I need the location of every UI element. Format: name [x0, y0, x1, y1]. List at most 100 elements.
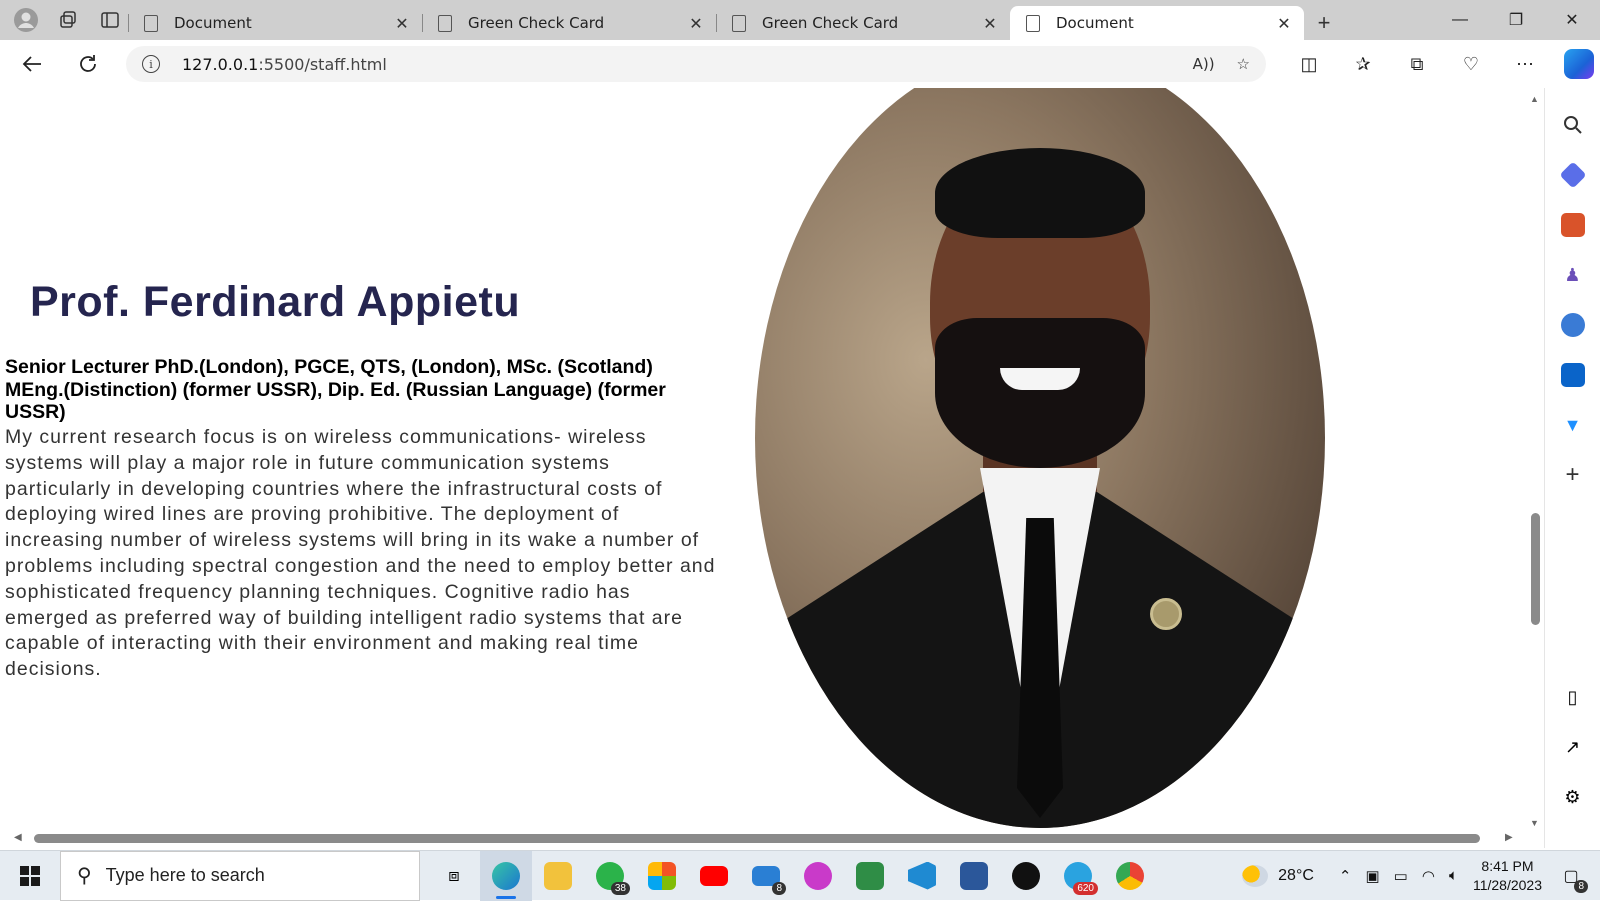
close-icon[interactable]: ✕: [980, 14, 1000, 33]
windows-taskbar: ⚲ Type here to search ⧈ 38 8 620 28°C ⌃ …: [0, 850, 1600, 901]
more-icon[interactable]: ⋯: [1498, 54, 1552, 75]
outlook-icon[interactable]: [1560, 363, 1585, 387]
restore-icon[interactable]: ❐: [1488, 0, 1544, 40]
add-icon[interactable]: +: [1561, 461, 1585, 488]
open-external-icon[interactable]: ↗: [1561, 735, 1585, 759]
mail-app[interactable]: 8: [740, 851, 792, 901]
wps-app[interactable]: [792, 851, 844, 901]
address-bar-row: i 127.0.0.1:5500/staff.html A)) ☆ ◫ ✰ ⧉ …: [0, 40, 1600, 88]
meet-icon[interactable]: ▣: [1365, 867, 1379, 885]
word-icon: [960, 861, 988, 890]
workspaces-icon[interactable]: [50, 4, 86, 36]
staff-bio: My current research focus is on wireless…: [5, 426, 716, 681]
profile-icon[interactable]: [8, 4, 44, 36]
file-explorer-app[interactable]: [532, 851, 584, 901]
minimize-icon[interactable]: —: [1432, 0, 1488, 40]
chevron-up-icon[interactable]: ⌃: [1339, 867, 1352, 885]
office-icon[interactable]: [1560, 313, 1585, 337]
wifi-icon[interactable]: ◠: [1422, 867, 1435, 885]
url-field[interactable]: i 127.0.0.1:5500/staff.html A)) ☆: [126, 46, 1266, 82]
favorites-icon[interactable]: ✰: [1336, 54, 1390, 75]
url-text: 127.0.0.1:5500/staff.html: [182, 54, 387, 74]
weather-icon: [1242, 864, 1269, 887]
geeksforgeeks-app[interactable]: [844, 851, 896, 901]
store-icon: [648, 861, 676, 890]
word-app[interactable]: [948, 851, 1000, 901]
system-tray: 28°C ⌃ ▣ ▭ ◠ 🔈︎ 8:41 PM 11/28/2023 ▢ 8: [1242, 851, 1600, 901]
vertical-scroll-thumb[interactable]: [1531, 513, 1540, 625]
new-tab-button[interactable]: +: [1304, 6, 1344, 40]
staff-name: Prof. Ferdinard Appietu: [30, 278, 521, 326]
vscode-app[interactable]: [896, 851, 948, 901]
window-close-icon[interactable]: ✕: [1544, 0, 1600, 40]
whatsapp-app[interactable]: 38: [584, 851, 636, 901]
close-icon[interactable]: ✕: [392, 14, 412, 33]
scroll-down-icon[interactable]: ▼: [1530, 818, 1539, 828]
tools-icon[interactable]: [1560, 213, 1585, 237]
github-icon: [1012, 861, 1040, 890]
info-icon[interactable]: i: [142, 55, 160, 73]
chrome-app[interactable]: [1104, 851, 1156, 901]
windows-icon: [20, 865, 40, 886]
start-button[interactable]: [0, 851, 60, 901]
copilot-icon[interactable]: [1564, 49, 1594, 79]
tab-actions-icon[interactable]: [92, 4, 128, 36]
vscode-icon: [908, 861, 936, 890]
folder-icon: [544, 861, 572, 890]
shopping-icon[interactable]: [1558, 161, 1587, 189]
refresh-icon[interactable]: [64, 44, 112, 84]
staff-photo: [755, 88, 1325, 828]
page-icon: [732, 14, 746, 32]
settings-icon[interactable]: ⚙: [1561, 785, 1585, 809]
battery-icon[interactable]: ▭: [1394, 867, 1408, 885]
search-icon[interactable]: [1561, 113, 1585, 137]
staff-credentials: Senior Lecturer PhD.(London), PGCE, QTS,…: [5, 356, 666, 423]
tab-2[interactable]: Green Check Card ✕: [422, 6, 716, 40]
horizontal-scrollbar[interactable]: ◀ ▶: [0, 828, 1527, 848]
drop-icon[interactable]: ▼: [1561, 413, 1585, 437]
page-icon: [438, 14, 452, 32]
tab-3[interactable]: Green Check Card ✕: [716, 6, 1010, 40]
sidebar-toggle-icon[interactable]: ▯: [1561, 685, 1585, 709]
notifications-icon[interactable]: ▢ 8: [1556, 861, 1588, 893]
performance-icon[interactable]: ♡: [1444, 54, 1498, 75]
page-icon: [1026, 14, 1040, 32]
back-icon[interactable]: [8, 44, 56, 84]
games-icon[interactable]: ♟: [1561, 263, 1585, 287]
volume-icon[interactable]: 🔈︎: [1449, 867, 1458, 884]
favorite-icon[interactable]: ☆: [1237, 55, 1250, 73]
scroll-left-icon[interactable]: ◀: [14, 832, 22, 843]
horizontal-scroll-thumb[interactable]: [34, 834, 1480, 843]
clock[interactable]: 8:41 PM 11/28/2023: [1473, 857, 1542, 895]
youtube-app[interactable]: [688, 851, 740, 901]
search-icon: ⚲: [77, 865, 92, 887]
close-icon[interactable]: ✕: [1274, 14, 1294, 33]
lapel-pin: [1150, 598, 1182, 630]
chrome-icon: [1116, 861, 1144, 890]
collections-icon[interactable]: ⧉: [1390, 54, 1444, 75]
page-content: Prof. Ferdinard Appietu Senior Lecturer …: [0, 88, 1544, 848]
edge-app[interactable]: [480, 850, 532, 901]
window-controls: — ❐ ✕: [1432, 0, 1600, 40]
task-view-icon[interactable]: ⧈: [428, 851, 480, 901]
close-icon[interactable]: ✕: [686, 14, 706, 33]
github-app[interactable]: [1000, 851, 1052, 901]
tab-4-active[interactable]: Document ✕: [1010, 6, 1304, 40]
edge-icon: [492, 861, 520, 890]
taskbar-search[interactable]: ⚲ Type here to search: [60, 850, 420, 901]
split-screen-icon[interactable]: ◫: [1282, 54, 1336, 75]
weather-widget[interactable]: 28°C: [1242, 864, 1314, 887]
youtube-icon: [700, 865, 728, 886]
browser-tab-bar: Document ✕ Green Check Card ✕ Green Chec…: [0, 0, 1600, 40]
wps-icon: [804, 861, 832, 890]
vertical-scrollbar[interactable]: ▲ ▼: [1527, 88, 1544, 828]
tab-1[interactable]: Document ✕: [128, 6, 422, 40]
store-app[interactable]: [636, 851, 688, 901]
gfg-icon: [856, 861, 884, 890]
scroll-up-icon[interactable]: ▲: [1530, 94, 1539, 104]
edge-sidebar: ♟ ▼ + ▯ ↗ ⚙: [1544, 88, 1600, 848]
telegram-app[interactable]: 620: [1052, 851, 1104, 901]
scroll-right-icon[interactable]: ▶: [1505, 832, 1513, 843]
page-icon: [144, 14, 158, 32]
read-aloud-icon[interactable]: A)): [1193, 55, 1215, 73]
